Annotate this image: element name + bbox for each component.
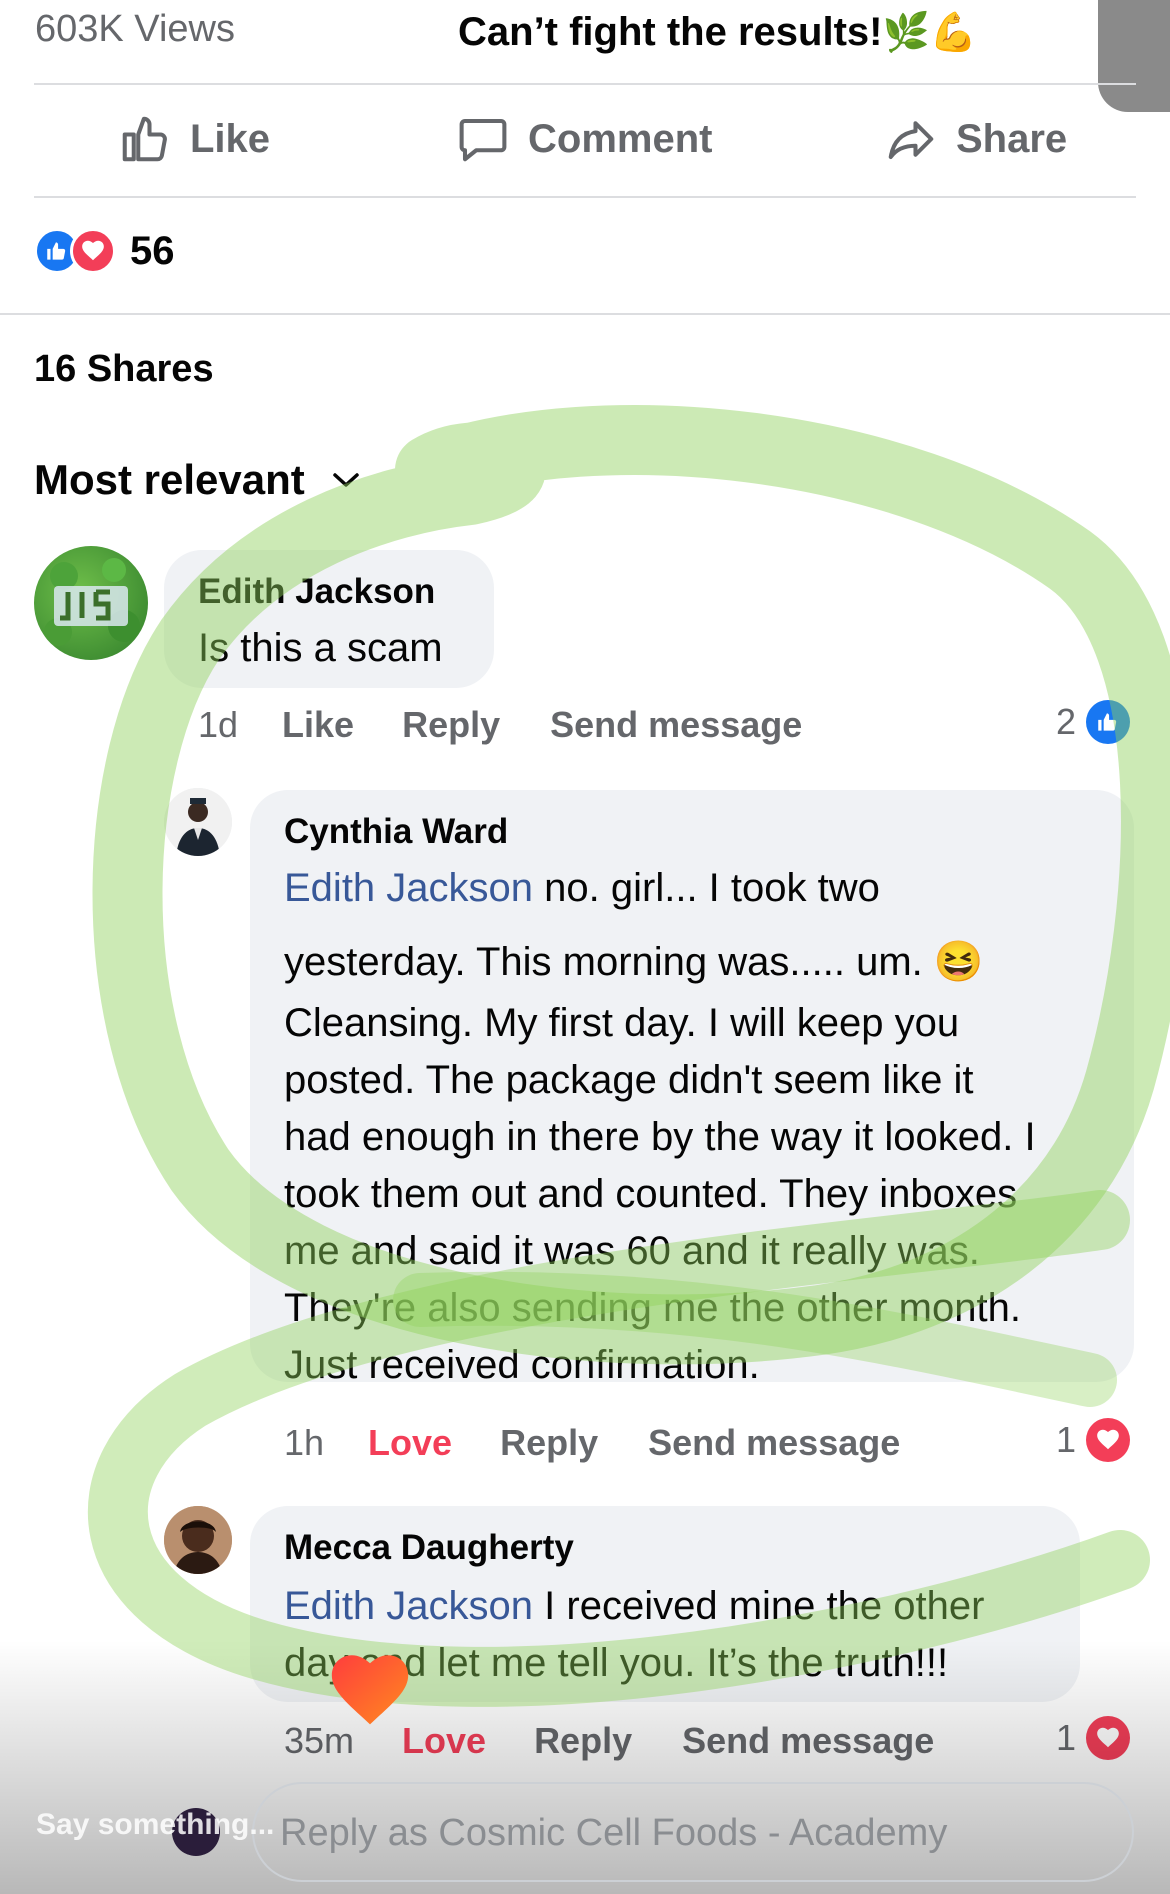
avatar[interactable] xyxy=(34,546,148,660)
comment-reply-button[interactable]: Reply xyxy=(500,1422,598,1464)
comment-text-line: took them out and counted. They inboxes xyxy=(284,1172,1018,1216)
comment-text-line: Edith Jackson I received mine the other xyxy=(284,1578,984,1635)
sort-label: Most relevant xyxy=(34,456,305,503)
send-message-button[interactable]: Send message xyxy=(682,1720,934,1762)
comment-reaction-count[interactable]: 1 xyxy=(1056,1418,1131,1462)
comment-time[interactable]: 1h xyxy=(284,1422,324,1464)
comment-text-line: yesterday. This morning was..... um. 😆 xyxy=(284,940,984,984)
reply-input[interactable]: Reply as Cosmic Cell Foods - Academy xyxy=(252,1782,1134,1882)
reaction-count: 1 xyxy=(1056,1419,1077,1460)
comment-text-line: They're also sending me the other month. xyxy=(284,1286,1021,1330)
like-label: Like xyxy=(190,116,271,161)
reaction-count: 56 xyxy=(130,228,175,273)
divider xyxy=(0,313,1170,315)
share-count[interactable]: 16 Shares xyxy=(34,348,214,391)
comment-like-button[interactable]: Like xyxy=(282,704,354,746)
comment-reply-button[interactable]: Reply xyxy=(534,1720,632,1762)
comment-author[interactable]: Cynthia Ward xyxy=(284,812,508,852)
comment-text: Is this a scam xyxy=(198,626,443,670)
comment-reaction-count[interactable]: 1 xyxy=(1056,1716,1131,1760)
post-action-bar: Like Comment Share xyxy=(0,84,1170,196)
comment-author[interactable]: Edith Jackson xyxy=(198,572,435,612)
comment-actions: 1h Love Reply Send message xyxy=(284,1422,900,1464)
comment-text-line: Just received confirmation. xyxy=(284,1343,760,1387)
view-count: 603K Views xyxy=(35,8,235,50)
like-icon xyxy=(1086,700,1131,744)
reactions-summary[interactable]: 56 xyxy=(34,228,175,274)
send-message-button[interactable]: Send message xyxy=(550,704,802,746)
chevron-down-icon xyxy=(333,473,359,487)
mention-link[interactable]: Edith Jackson xyxy=(284,1584,533,1628)
like-button[interactable]: Like xyxy=(118,112,270,166)
comment-icon xyxy=(459,118,507,162)
post-header: 603K Views Can’t fight the results!🌿💪 xyxy=(0,0,1170,112)
thumbs-up-icon xyxy=(122,116,167,162)
comment-love-button[interactable]: Love xyxy=(402,1720,486,1762)
reaction-count: 2 xyxy=(1056,701,1077,742)
comment-text: no. girl... I took two xyxy=(544,866,880,910)
comment-button[interactable]: Comment xyxy=(456,112,712,166)
comment-actions: 1d Like Reply Send message xyxy=(198,704,802,746)
comment-text-line: Edith Jackson no. girl... I took two xyxy=(284,860,880,917)
reply-placeholder: Reply as Cosmic Cell Foods - Academy xyxy=(280,1812,948,1854)
comment-sort-dropdown[interactable]: Most relevant xyxy=(34,456,361,504)
avatar-image xyxy=(44,558,140,646)
comment-reaction-count[interactable]: 2 xyxy=(1056,700,1131,744)
post-caption: Can’t fight the results!🌿💪 xyxy=(458,10,977,55)
comment-love-button[interactable]: Love xyxy=(368,1422,452,1464)
mention-link[interactable]: Edith Jackson xyxy=(284,866,533,910)
avatar-image xyxy=(164,788,232,856)
comment-reply-button[interactable]: Reply xyxy=(402,704,500,746)
share-label: Share xyxy=(956,116,1068,161)
comment-text-line: me and said it was 60 and it really was. xyxy=(284,1229,980,1273)
say-something-overlay[interactable]: Say something... xyxy=(36,1808,274,1842)
share-button[interactable]: Share xyxy=(884,112,1067,166)
send-message-button[interactable]: Send message xyxy=(648,1422,900,1464)
love-icon xyxy=(1086,1716,1131,1760)
comment-author[interactable]: Mecca Daugherty xyxy=(284,1528,574,1568)
reaction-count: 1 xyxy=(1056,1717,1077,1758)
avatar[interactable] xyxy=(164,788,232,856)
love-icon xyxy=(1086,1418,1131,1462)
avatar[interactable] xyxy=(164,1506,232,1574)
avatar-image xyxy=(164,1506,232,1574)
floating-heart-icon xyxy=(331,1655,409,1725)
comment-time[interactable]: 1d xyxy=(198,704,238,746)
love-icon xyxy=(70,228,116,274)
comment-text-line: Cleansing. My first day. I will keep you xyxy=(284,1001,960,1045)
comment-text-line: had enough in there by the way it looked… xyxy=(284,1115,1036,1159)
divider xyxy=(34,196,1136,198)
caption-emoji: 🌿💪 xyxy=(882,12,978,54)
comment-label: Comment xyxy=(528,116,713,161)
share-icon xyxy=(888,121,934,160)
comment-text-line: posted. The package didn't seem like it xyxy=(284,1058,974,1102)
post-caption-text: Can’t fight the results! xyxy=(458,10,883,54)
comment-text: I received mine the other xyxy=(544,1584,985,1628)
